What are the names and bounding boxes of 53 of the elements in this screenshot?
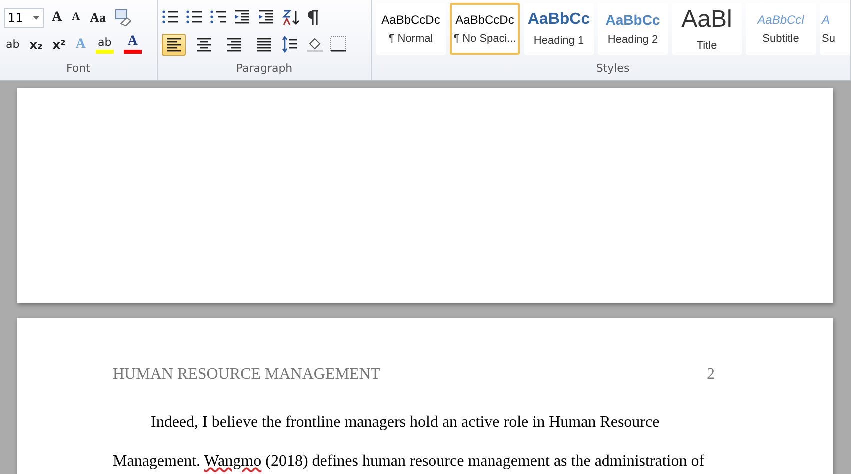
style-item[interactable]: AaBbCcl Subtitle bbox=[746, 3, 816, 55]
caret-icon[interactable] bbox=[33, 16, 40, 20]
style-name: Heading 1 bbox=[534, 35, 584, 47]
font-tool-button[interactable]: ab bbox=[94, 36, 116, 54]
style-item[interactable]: AaBbCc Heading 2 bbox=[598, 3, 668, 55]
style-name: Heading 2 bbox=[608, 34, 658, 46]
style-preview: A bbox=[822, 13, 830, 27]
style-name: Subtitle bbox=[762, 33, 800, 45]
borders-icon[interactable] bbox=[330, 36, 348, 53]
justify-icon bbox=[256, 36, 272, 52]
style-name: ¶ No Spaci... bbox=[454, 33, 516, 45]
font-tool-button[interactable]: x₂ bbox=[28, 38, 45, 52]
style-preview: AaBbCcDc bbox=[382, 13, 440, 27]
bullet-list-icon[interactable] bbox=[162, 9, 180, 26]
style-item[interactable]: AaBbCcDc ¶ Normal bbox=[376, 3, 446, 55]
style-preview: AaBl bbox=[682, 6, 732, 34]
running-header: HUMAN RESOURCE MANAGEMENT bbox=[113, 366, 381, 384]
font-tool-button[interactable]: A bbox=[50, 10, 64, 24]
paint-bucket-icon[interactable] bbox=[306, 36, 324, 53]
align-left-button[interactable] bbox=[162, 34, 186, 56]
style-item[interactable]: AaBbCc Heading 1 bbox=[524, 3, 594, 55]
body-text-line: Indeed, I believe the frontline managers hold an active role in Human Resource bbox=[150, 413, 661, 433]
font-tool-button[interactable]: x² bbox=[50, 38, 68, 52]
align-left-icon bbox=[166, 36, 182, 52]
style-name: ¶ Normal bbox=[388, 33, 434, 45]
font-tool-button[interactable]: ab bbox=[4, 38, 22, 51]
align-right-icon bbox=[226, 36, 242, 52]
decrease-indent-icon[interactable] bbox=[234, 9, 252, 26]
style-name: Title bbox=[696, 40, 718, 52]
font-tool-button[interactable]: A bbox=[122, 35, 144, 54]
style-preview: AaBbCcl bbox=[758, 13, 804, 27]
sort-icon[interactable] bbox=[282, 9, 300, 26]
increase-indent-icon[interactable] bbox=[258, 9, 276, 26]
group-label: Font bbox=[66, 62, 92, 77]
multilevel-list-icon[interactable] bbox=[210, 9, 228, 26]
group-label: Styles bbox=[595, 62, 631, 77]
style-item[interactable]: AaBbCcDc ¶ No Spaci... bbox=[450, 3, 520, 55]
style-item[interactable]: A Su bbox=[820, 3, 850, 55]
style-preview: AaBbCc bbox=[606, 12, 660, 28]
font-tool-button[interactable]: Aa bbox=[88, 11, 108, 24]
align-center-icon bbox=[196, 36, 212, 52]
style-item[interactable]: AaBl Title bbox=[672, 3, 742, 55]
style-name: Su bbox=[822, 33, 836, 45]
style-preview: AaBbCc bbox=[528, 11, 590, 29]
pilcrow-icon[interactable] bbox=[306, 9, 320, 26]
style-preview: AaBbCcDc bbox=[456, 13, 514, 27]
page-number: 2 bbox=[707, 366, 715, 384]
body-text-line: Management. Wangmo (2018) defines human resource management as the administration of bbox=[113, 452, 706, 472]
font-tool-button[interactable]: A bbox=[70, 12, 82, 23]
font-size-field[interactable]: 11 bbox=[4, 8, 44, 28]
group-label: Paragraph bbox=[235, 62, 294, 77]
line-spacing-icon[interactable] bbox=[282, 36, 300, 53]
eraser-icon[interactable] bbox=[114, 8, 132, 26]
